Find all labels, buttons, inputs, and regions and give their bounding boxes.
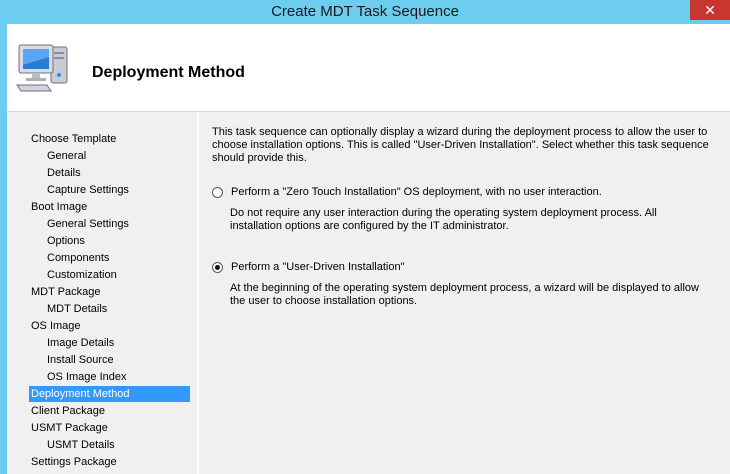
sidebar-item-os-image[interactable]: OS Image <box>31 318 81 334</box>
wizard-client: Deployment Method Choose Template Genera… <box>7 24 730 474</box>
sidebar-item-customization[interactable]: Customization <box>47 267 117 283</box>
sidebar-item-components[interactable]: Components <box>47 250 109 266</box>
sidebar-item-usmt-details[interactable]: USMT Details <box>47 437 115 453</box>
zero-touch-label[interactable]: Perform a "Zero Touch Installation" OS d… <box>231 186 602 199</box>
wizard-header: Deployment Method <box>7 24 730 112</box>
sidebar-item-details[interactable]: Details <box>47 165 81 181</box>
sidebar-item-boot-image[interactable]: Boot Image <box>31 199 87 215</box>
radio-selected-dot <box>215 265 220 270</box>
sidebar-item-capture-settings[interactable]: Capture Settings <box>47 182 129 198</box>
zero-touch-radio[interactable] <box>212 187 223 198</box>
close-icon: ✕ <box>704 2 716 18</box>
sidebar-item-mdt-details[interactable]: MDT Details <box>47 301 107 317</box>
sidebar-item-choose-template[interactable]: Choose Template <box>31 131 116 147</box>
sidebar-item-install-source[interactable]: Install Source <box>47 352 114 368</box>
user-driven-radio[interactable] <box>212 262 223 273</box>
intro-text: This task sequence can optionally displa… <box>212 126 709 164</box>
user-driven-description: At the beginning of the operating system… <box>230 282 699 307</box>
wizard-steps-sidebar: Choose Template General Details Capture … <box>7 112 197 474</box>
deployment-method-panel: This task sequence can optionally displa… <box>199 112 730 474</box>
close-button[interactable]: ✕ <box>690 0 730 20</box>
sidebar-item-usmt-package[interactable]: USMT Package <box>31 420 108 436</box>
title-bar[interactable]: Create MDT Task Sequence ✕ <box>0 0 730 24</box>
sidebar-item-options[interactable]: Options <box>47 233 85 249</box>
sidebar-item-mdt-package[interactable]: MDT Package <box>31 284 101 300</box>
page-title: Deployment Method <box>92 64 245 81</box>
sidebar-item-general[interactable]: General <box>47 148 86 164</box>
sidebar-item-settings-package[interactable]: Settings Package <box>31 454 117 470</box>
sidebar-item-general-settings[interactable]: General Settings <box>47 216 129 232</box>
sidebar-item-image-details[interactable]: Image Details <box>47 335 114 351</box>
window-title: Create MDT Task Sequence <box>271 3 459 20</box>
user-driven-label[interactable]: Perform a "User-Driven Installation" <box>231 261 404 274</box>
sidebar-item-client-package[interactable]: Client Package <box>31 403 105 419</box>
sidebar-item-deployment-method[interactable]: Deployment Method <box>29 386 190 402</box>
zero-touch-description: Do not require any user interaction duri… <box>230 207 657 232</box>
computer-icon <box>16 44 68 92</box>
sidebar-item-os-image-index[interactable]: OS Image Index <box>47 369 127 385</box>
